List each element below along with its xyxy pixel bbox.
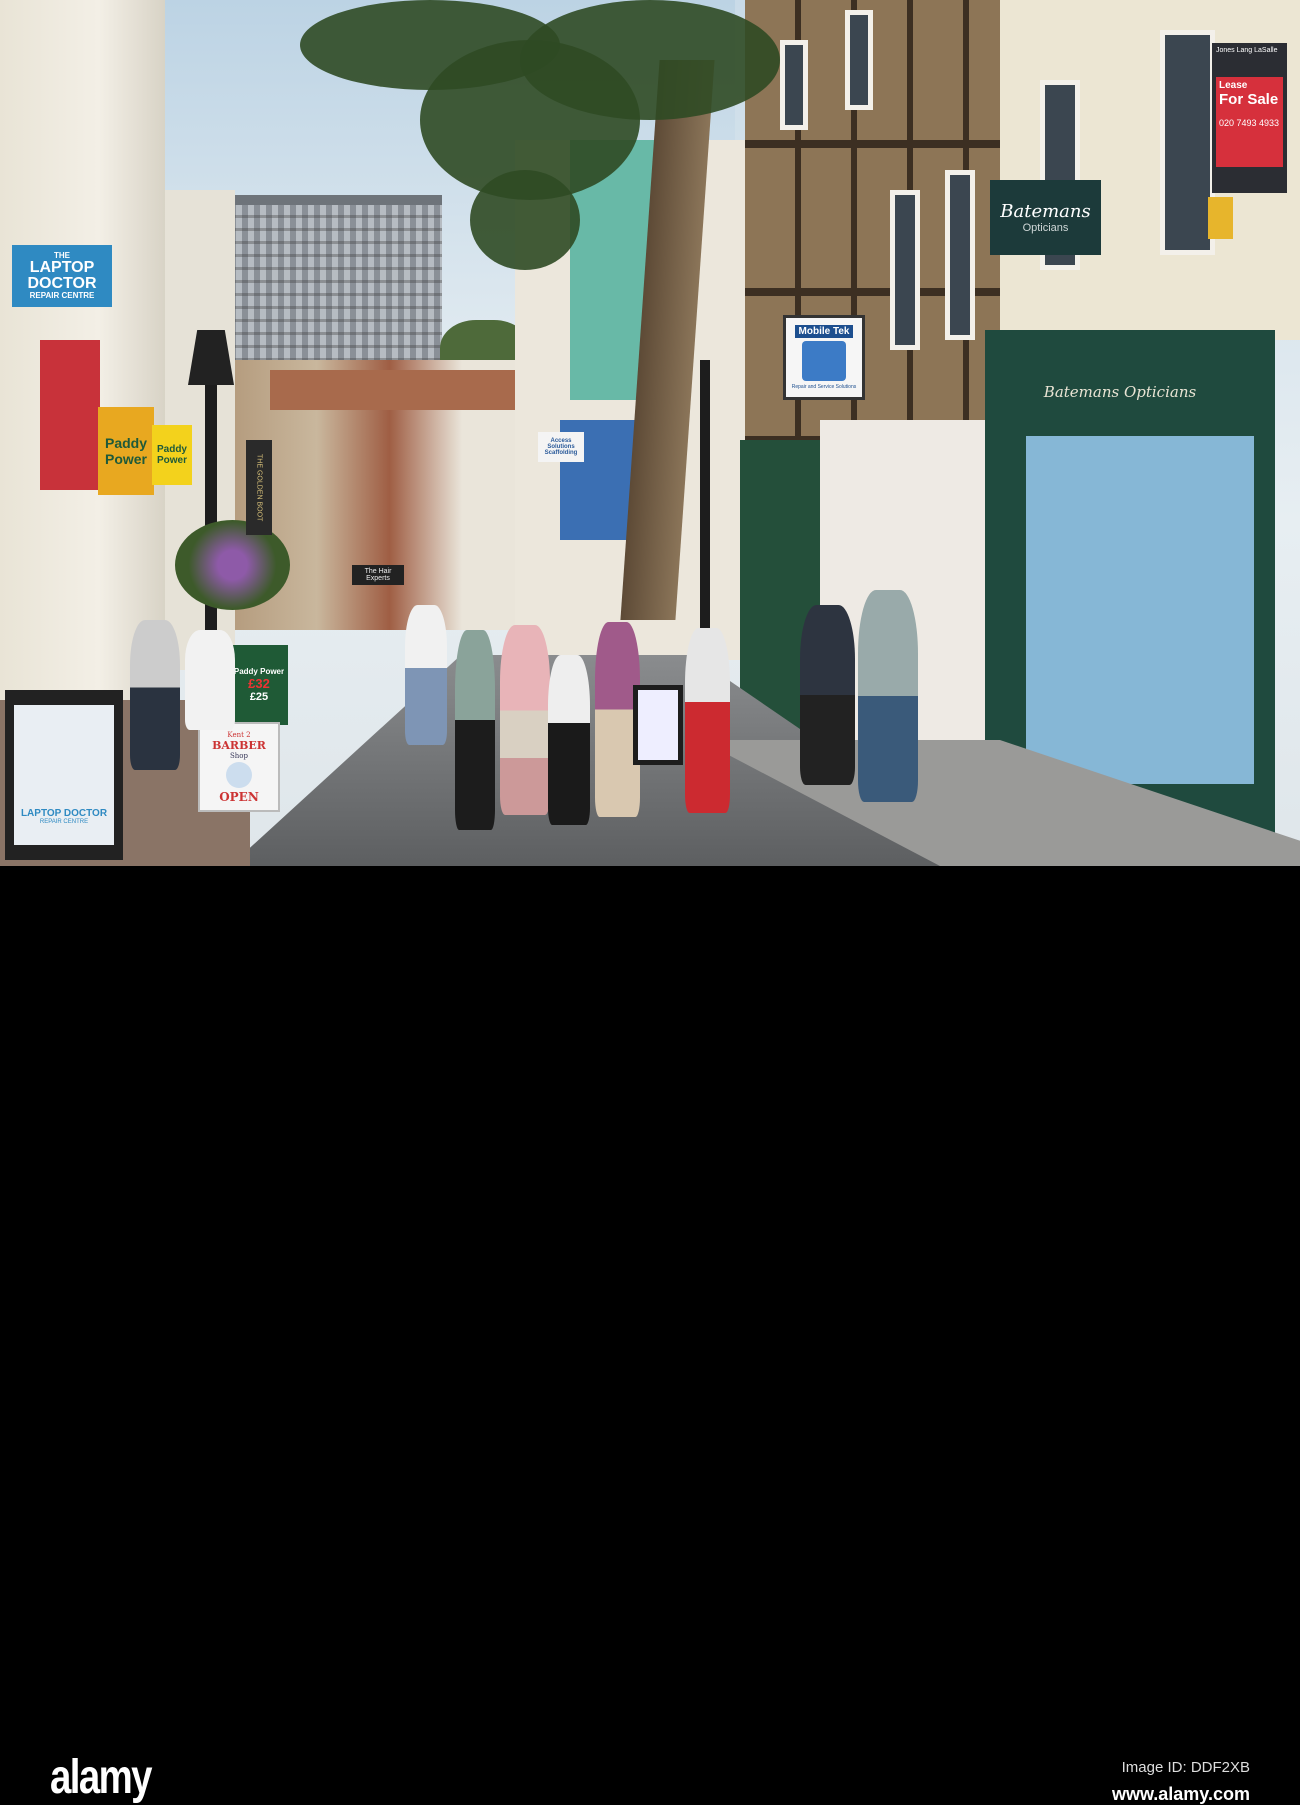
sign-text: LAPTOP DOCTOR [20,808,108,819]
pedestrian [548,655,590,825]
barber-banner [40,340,100,490]
sign-text: Lease [1219,80,1248,91]
paddy-power-a-board: Paddy Power £32 £25 [230,645,288,725]
mobile-tek-sign: Mobile Tek Repair and Service Solutions [783,315,865,400]
sign-text: OPEN [219,789,259,804]
sign-text: For Sale [1219,91,1279,108]
sign-text: Paddy Power [233,667,285,676]
hair-experts-sign: The Hair Experts [352,565,404,585]
laptop-doctor-sign: THE LAPTOP DOCTOR REPAIR CENTRE [12,245,112,307]
window [780,40,808,130]
sign-text: Mobile Tek [794,325,854,338]
barber-a-board: Kent 2 BARBER Shop OPEN [198,722,280,812]
window [945,170,975,340]
shop-window [1020,430,1260,790]
watermark-footer: alamy Image ID: DDF2XB www.alamy.com [0,866,1300,1804]
sign-text: Batemans [1000,201,1091,222]
phone-number: 020 7493 4933 [1219,118,1280,128]
site-url: www.alamy.com [1111,1784,1250,1804]
sign-text: BARBER [212,738,266,752]
sign-text: Kent 2 [227,730,251,739]
sign-text: Access Solutions Scaffolding [544,438,578,456]
street-photo: THE LAPTOP DOCTOR REPAIR CENTRE Paddy Po… [0,0,1300,866]
sign-text: Paddy Power [156,444,187,466]
window [1160,30,1215,255]
tree-foliage [520,0,780,120]
pedestrian [185,630,235,730]
barber-face-icon [226,761,252,788]
pedestrian [800,605,855,785]
agent-name: Jones Lang LaSalle [1216,47,1278,54]
pedestrian [685,628,730,813]
pedestrian [858,590,918,802]
golden-boot-sign: THE GOLDEN BOOT [246,440,272,535]
alamy-logo: alamy [50,1751,152,1804]
pedestrian [500,625,550,815]
tree-foliage [470,170,580,270]
sign-text: £25 [249,691,269,703]
sign-text: Batemans Opticians [1043,383,1197,401]
pedestrian [405,605,447,745]
sign-text: Paddy Power [104,435,147,467]
batemans-fascia: Batemans Opticians [1035,372,1205,412]
laptop-doctor-a-board: LAPTOP DOCTOR REPAIR CENTRE [5,690,123,860]
sign-text: The Hair Experts [364,568,392,582]
for-sale-board: Jones Lang LaSalle Lease For Sale 020 74… [1212,43,1287,193]
sign-text: Shop [230,751,248,760]
scaffolding-sign: Access Solutions Scaffolding [538,432,584,462]
hanging-flower-basket [175,520,290,610]
sign-text: £32 [248,676,270,691]
pedestrian [130,620,180,770]
sign-text: REPAIR CENTRE [39,819,89,825]
mobile-tek-a-board [633,685,683,765]
window [845,10,873,110]
sign-text: REPAIR CENTRE [29,291,95,300]
window [890,190,920,350]
image-id: Image ID: DDF2XB [1121,1759,1250,1776]
phone-icon [802,341,846,381]
sign-text: Opticians [1022,222,1069,234]
pedestrian [455,630,495,830]
sign-text: Repair and Service Solutions [791,384,857,390]
batemans-hanging-sign: Batemans Opticians [990,180,1101,255]
sign-text: DOCTOR [27,275,97,292]
paddy-power-sign: Paddy Power [98,407,154,495]
tiled-roofs [270,370,520,410]
paddy-power-sign: Paddy Power [152,425,192,485]
sign-text: LAPTOP [29,259,95,276]
alarm-box [1208,197,1233,239]
sign-text: THE GOLDEN BOOT [255,453,263,522]
